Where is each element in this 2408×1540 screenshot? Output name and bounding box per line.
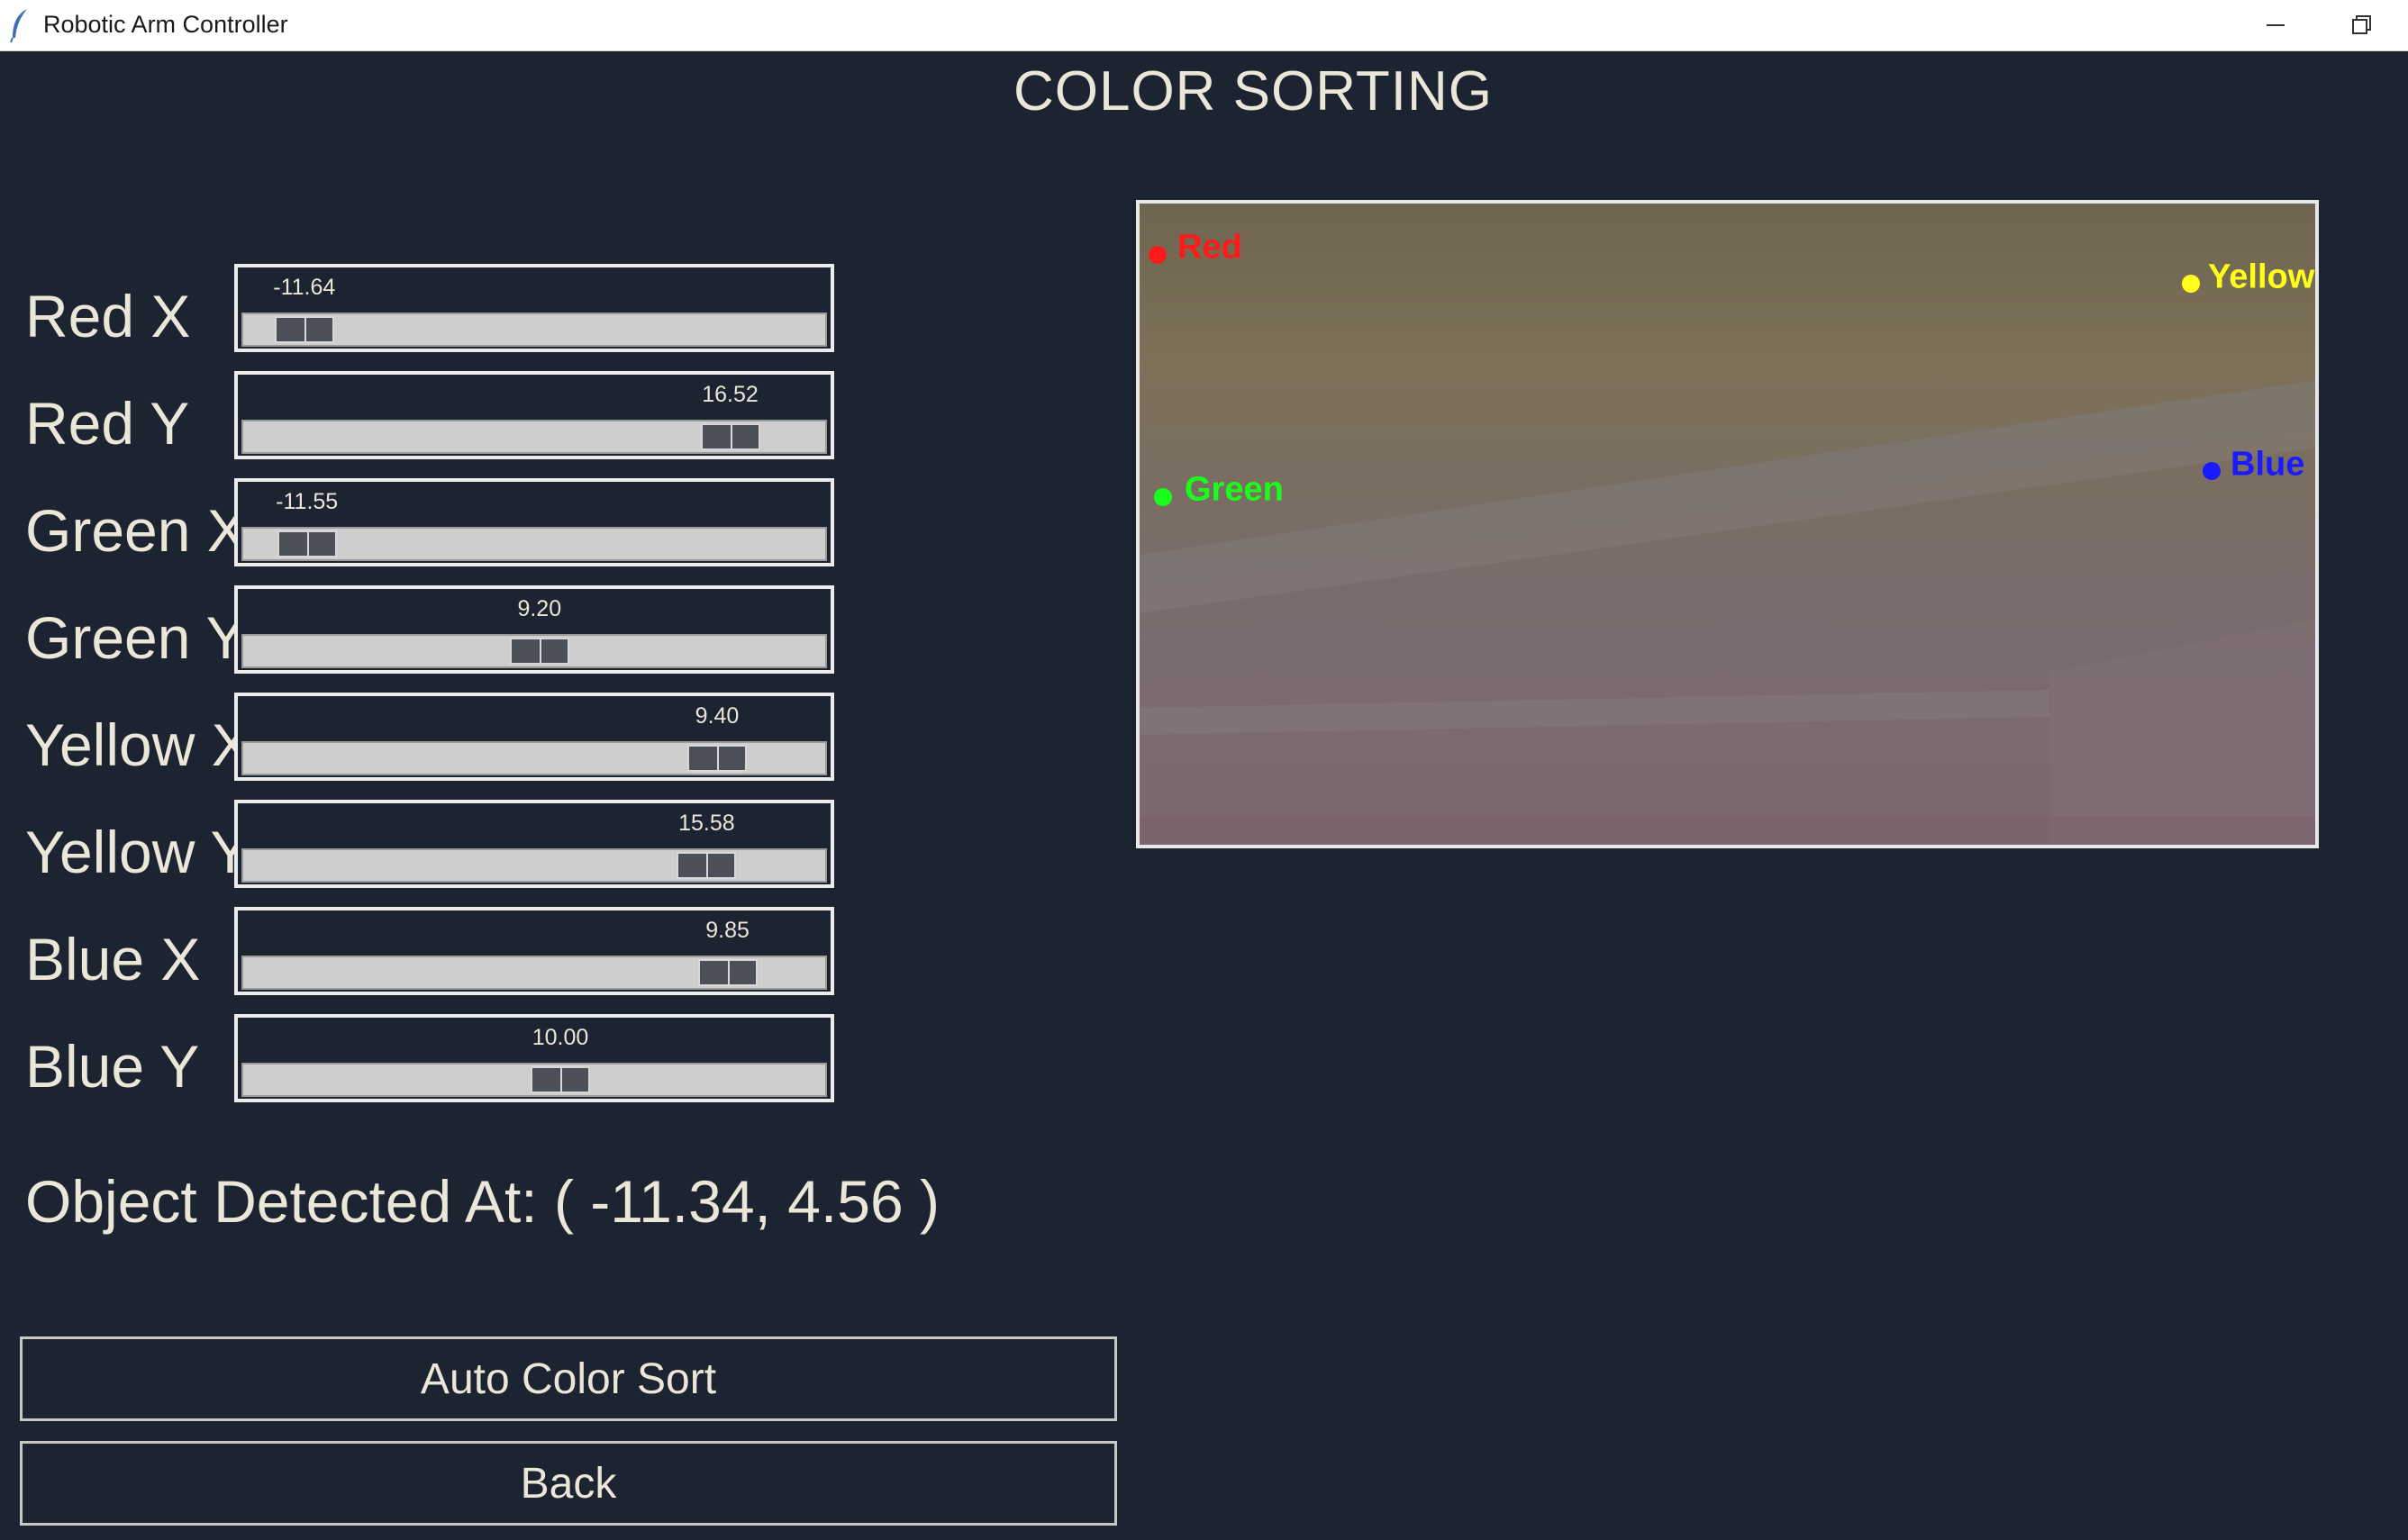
red-marker-label: Red [1177, 228, 1242, 267]
green-marker-label: Green [1185, 470, 1284, 509]
slider-trough[interactable] [241, 1063, 827, 1097]
feather-icon [7, 7, 32, 43]
slider-thumb[interactable] [531, 1066, 590, 1093]
slider-trough[interactable] [241, 741, 827, 775]
restore-icon [2352, 15, 2371, 34]
slider-label: Green X [25, 497, 247, 564]
yellow-marker-label: Yellow [2208, 258, 2315, 296]
slider-label: Red X [25, 283, 191, 349]
red-y-slider[interactable]: 16.52 [234, 371, 834, 459]
camera-scene [1140, 380, 2315, 845]
slider-value: -11.55 [276, 489, 339, 514]
slider-trough[interactable] [241, 313, 827, 347]
yellow-marker-dot [2182, 275, 2200, 293]
slider-label: Yellow Y [25, 819, 250, 885]
slider-thumb[interactable] [700, 423, 760, 450]
blue-y-slider[interactable]: 10.00 [234, 1014, 834, 1102]
slider-value: 9.20 [517, 596, 562, 621]
slider-label: Green Y [25, 604, 246, 671]
detection-status: Object Detected At: ( -11.34, 4.56 ) [25, 1168, 940, 1235]
slider-thumb[interactable] [687, 745, 747, 772]
slider-thumb[interactable] [277, 530, 337, 557]
yellow-y-slider[interactable]: 15.58 [234, 800, 834, 888]
slider-value: 10.00 [532, 1025, 589, 1050]
yellow-x-slider[interactable]: 9.40 [234, 693, 834, 781]
slider-trough[interactable] [241, 420, 827, 454]
auto-color-sort-button[interactable]: Auto Color Sort [20, 1336, 1117, 1421]
slider-trough[interactable] [241, 527, 827, 561]
blue-x-slider[interactable]: 9.85 [234, 907, 834, 995]
slider-value: 9.85 [705, 918, 750, 943]
slider-value: -11.64 [273, 275, 336, 300]
slider-thumb[interactable] [274, 316, 334, 343]
slider-trough[interactable] [241, 848, 827, 883]
blue-marker-dot [2203, 462, 2221, 480]
slider-trough[interactable] [241, 634, 827, 668]
green-marker-dot [1154, 488, 1172, 506]
slider-label: Yellow X [25, 711, 251, 778]
green-y-slider[interactable]: 9.20 [234, 585, 834, 674]
page-title: COLOR SORTING [1013, 60, 1494, 122]
slider-label: Blue Y [25, 1033, 200, 1100]
slider-value: 16.52 [702, 382, 759, 407]
slider-thumb[interactable] [509, 638, 569, 665]
back-button[interactable]: Back [20, 1441, 1117, 1526]
restore-button[interactable] [2319, 0, 2405, 50]
minimize-button[interactable] [2232, 0, 2319, 50]
slider-value: 15.58 [678, 811, 735, 836]
green-x-slider[interactable]: -11.55 [234, 478, 834, 566]
red-x-slider[interactable]: -11.64 [234, 264, 834, 352]
minimize-icon [2267, 24, 2285, 26]
window-title: Robotic Arm Controller [43, 11, 288, 38]
slider-value: 9.40 [695, 703, 740, 729]
slider-thumb[interactable] [677, 852, 737, 879]
window-titlebar: Robotic Arm Controller [0, 0, 2408, 51]
slider-label: Blue X [25, 926, 201, 992]
red-marker-dot [1149, 246, 1167, 264]
blue-marker-label: Blue [2231, 445, 2305, 484]
camera-feed: Red Yellow Green Blue [1136, 200, 2319, 848]
slider-thumb[interactable] [697, 959, 758, 986]
slider-label: Red Y [25, 390, 190, 457]
slider-trough[interactable] [241, 956, 827, 990]
